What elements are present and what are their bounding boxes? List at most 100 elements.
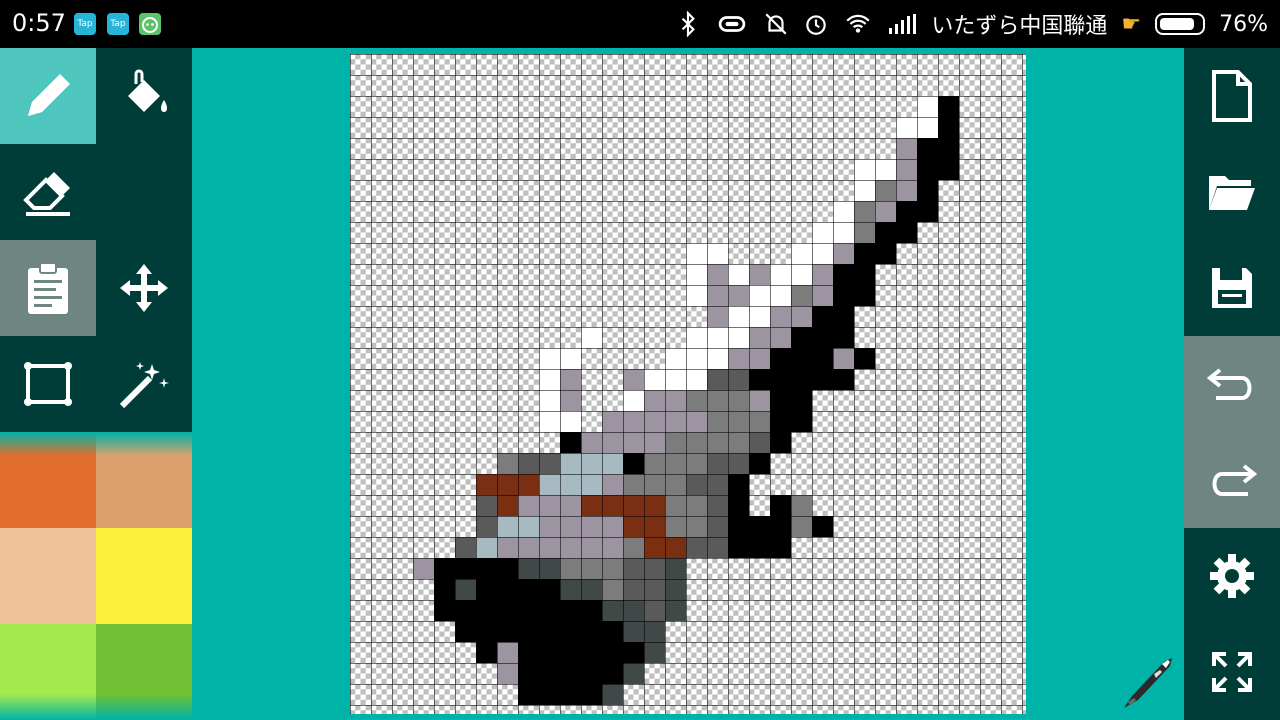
sprite-pixel [623, 453, 644, 474]
sprite-pixel [518, 642, 539, 663]
clipboard-icon [28, 262, 68, 314]
sprite-pixel [917, 180, 938, 201]
sprite-pixel [644, 516, 665, 537]
color-swatch-tan[interactable] [96, 432, 192, 528]
magic-wand-tool[interactable] [96, 336, 192, 432]
empty-tool-slot [96, 144, 192, 240]
sprite-pixel [602, 684, 623, 705]
magic-wand-icon [119, 362, 169, 409]
undo-button[interactable] [1184, 336, 1280, 432]
sprite-pixel [581, 663, 602, 684]
sprite-pixel [602, 411, 623, 432]
save-button[interactable] [1184, 240, 1280, 336]
new-document-icon [1212, 70, 1252, 122]
sprite-pixel [896, 222, 917, 243]
sprite-pixel [644, 432, 665, 453]
sprite-pixel [854, 159, 875, 180]
rectangle-select-tool[interactable] [0, 336, 96, 432]
new-file-button[interactable] [1184, 48, 1280, 144]
sprite-pixel [749, 264, 770, 285]
sprite-pixel [455, 579, 476, 600]
sprite-pixel [938, 117, 959, 138]
color-swatch-yellow[interactable] [96, 528, 192, 624]
sprite-pixel [560, 453, 581, 474]
redo-button[interactable] [1184, 432, 1280, 528]
sprite-pixel [581, 327, 602, 348]
sprite-pixel [665, 432, 686, 453]
sprite-pixel [434, 579, 455, 600]
move-tool[interactable] [96, 240, 192, 336]
sprite-pixel [686, 537, 707, 558]
color-swatch-peach[interactable] [0, 528, 96, 624]
status-right-group: いたずら中国聯通 ☛ 76% [675, 9, 1268, 39]
wifi-icon [846, 14, 870, 33]
sprite-pixel [770, 327, 791, 348]
sprite-pixel [539, 558, 560, 579]
eraser-tool[interactable] [0, 144, 96, 240]
sprite-pixel [686, 285, 707, 306]
pencil-tool[interactable] [0, 48, 96, 144]
sprite-pixel [476, 642, 497, 663]
sprite-pixel [728, 516, 749, 537]
sprite-pixel [434, 558, 455, 579]
sprite-pixel [497, 579, 518, 600]
sprite-pixel [707, 474, 728, 495]
fill-tool[interactable] [96, 48, 192, 144]
sprite-pixel [518, 516, 539, 537]
sprite-pixel [644, 642, 665, 663]
sprite-pixel [497, 453, 518, 474]
sprite-pixel [812, 327, 833, 348]
sprite-pixel [581, 474, 602, 495]
clipboard-tool[interactable] [0, 240, 96, 336]
color-swatch-orange[interactable] [0, 432, 96, 528]
fullscreen-button[interactable] [1184, 624, 1280, 720]
sprite-pixel [560, 390, 581, 411]
sprite-pixel [560, 621, 581, 642]
brush-preview-icon [1124, 658, 1172, 708]
sprite-pixel [791, 243, 812, 264]
sprite-pixel [749, 411, 770, 432]
sprite-pixel [728, 369, 749, 390]
sprite-pixel [770, 306, 791, 327]
sprite-pixel [686, 411, 707, 432]
sprite-pixel [854, 180, 875, 201]
sprite-pixel [770, 348, 791, 369]
sprite-pixel [833, 243, 854, 264]
sprite-pixel [728, 474, 749, 495]
sprite-pixel [770, 369, 791, 390]
bluetooth-icon [682, 11, 696, 37]
pixel-canvas[interactable] [350, 54, 1026, 714]
sprite-pixel [644, 390, 665, 411]
sprite-pixel [539, 600, 560, 621]
sprite-pixel [539, 684, 560, 705]
sprite-pixel [644, 537, 665, 558]
sprite-pixel [455, 621, 476, 642]
color-swatch-light-green[interactable] [0, 624, 96, 720]
color-swatch-green[interactable] [96, 624, 192, 720]
sprite-pixel [581, 600, 602, 621]
sprite-pixel [833, 369, 854, 390]
paint-bucket-icon [128, 69, 167, 112]
sprite-pixel [455, 558, 476, 579]
sprite-pixel [770, 390, 791, 411]
open-folder-button[interactable] [1184, 144, 1280, 240]
pixel-sprite [413, 96, 959, 705]
sprite-pixel [518, 579, 539, 600]
sprite-pixel [518, 663, 539, 684]
color-palette [0, 432, 192, 720]
sprite-pixel [791, 411, 812, 432]
sprite-pixel [623, 369, 644, 390]
sprite-pixel [644, 558, 665, 579]
sprite-pixel [770, 516, 791, 537]
sprite-pixel [686, 327, 707, 348]
settings-button[interactable] [1184, 528, 1280, 624]
sprite-pixel [812, 222, 833, 243]
sprite-pixel [560, 537, 581, 558]
signal-icon [889, 14, 917, 34]
sprite-pixel [623, 663, 644, 684]
sprite-pixel [749, 453, 770, 474]
sprite-pixel [581, 558, 602, 579]
sprite-pixel [476, 516, 497, 537]
sprite-pixel [539, 453, 560, 474]
sprite-pixel [518, 495, 539, 516]
